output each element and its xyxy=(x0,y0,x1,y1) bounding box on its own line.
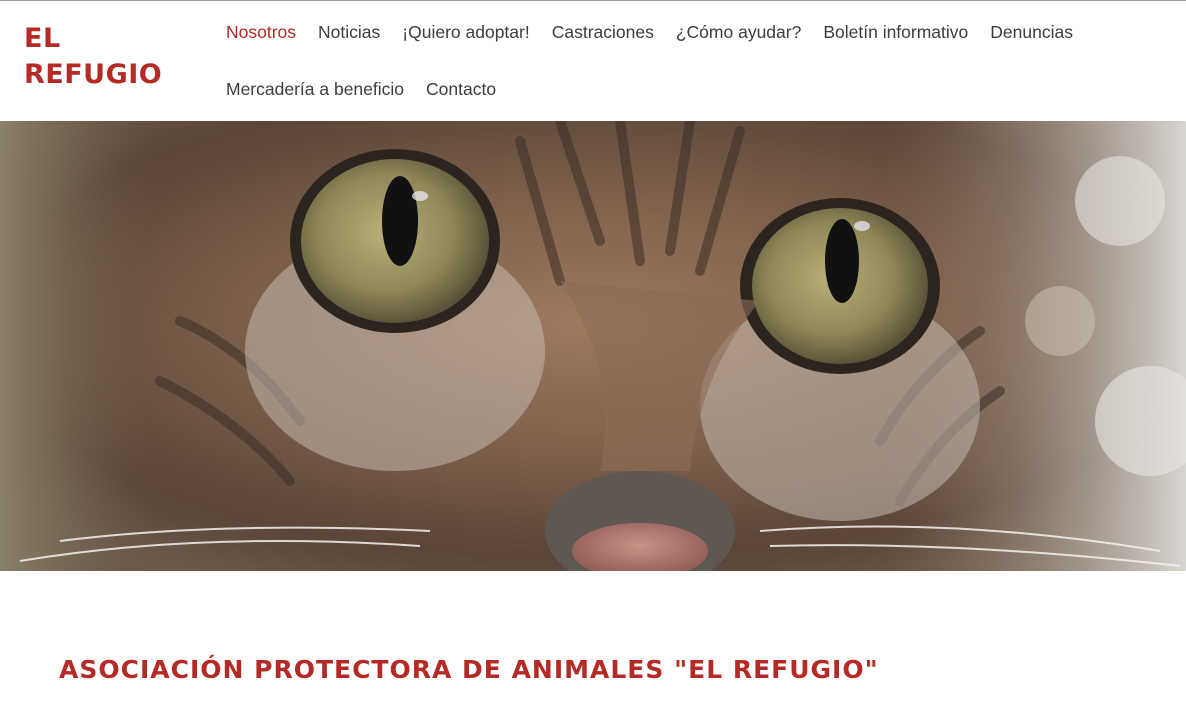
hero-cat-image xyxy=(0,121,1186,571)
nav-row-2: Mercadería a beneficio Contacto xyxy=(226,74,518,104)
site-logo[interactable]: EL REFUGIO xyxy=(24,21,164,93)
nav-item-quiero-adoptar[interactable]: ¡Quiero adoptar! xyxy=(402,17,529,47)
nav-item-noticias[interactable]: Noticias xyxy=(318,17,380,47)
nav-item-contacto[interactable]: Contacto xyxy=(426,74,496,104)
site-header: EL REFUGIO Nosotros Noticias ¡Quiero ado… xyxy=(0,1,1186,121)
nav-item-castraciones[interactable]: Castraciones xyxy=(552,17,654,47)
nav-item-boletin-informativo[interactable]: Boletín informativo xyxy=(823,17,968,47)
nav-item-mercaderia-a-beneficio[interactable]: Mercadería a beneficio xyxy=(226,74,404,104)
nav-item-denuncias[interactable]: Denuncias xyxy=(990,17,1073,47)
logo-line-1: EL xyxy=(24,23,61,54)
nav-item-nosotros[interactable]: Nosotros xyxy=(226,17,296,47)
nav-item-como-ayudar[interactable]: ¿Cómo ayudar? xyxy=(676,17,801,47)
nav-row-1: Nosotros Noticias ¡Quiero adoptar! Castr… xyxy=(226,17,1095,47)
page-title: ASOCIACIÓN PROTECTORA DE ANIMALES "EL RE… xyxy=(59,655,879,684)
main-nav: Nosotros Noticias ¡Quiero adoptar! Castr… xyxy=(226,1,1166,121)
logo-line-2: REFUGIO xyxy=(24,59,163,90)
